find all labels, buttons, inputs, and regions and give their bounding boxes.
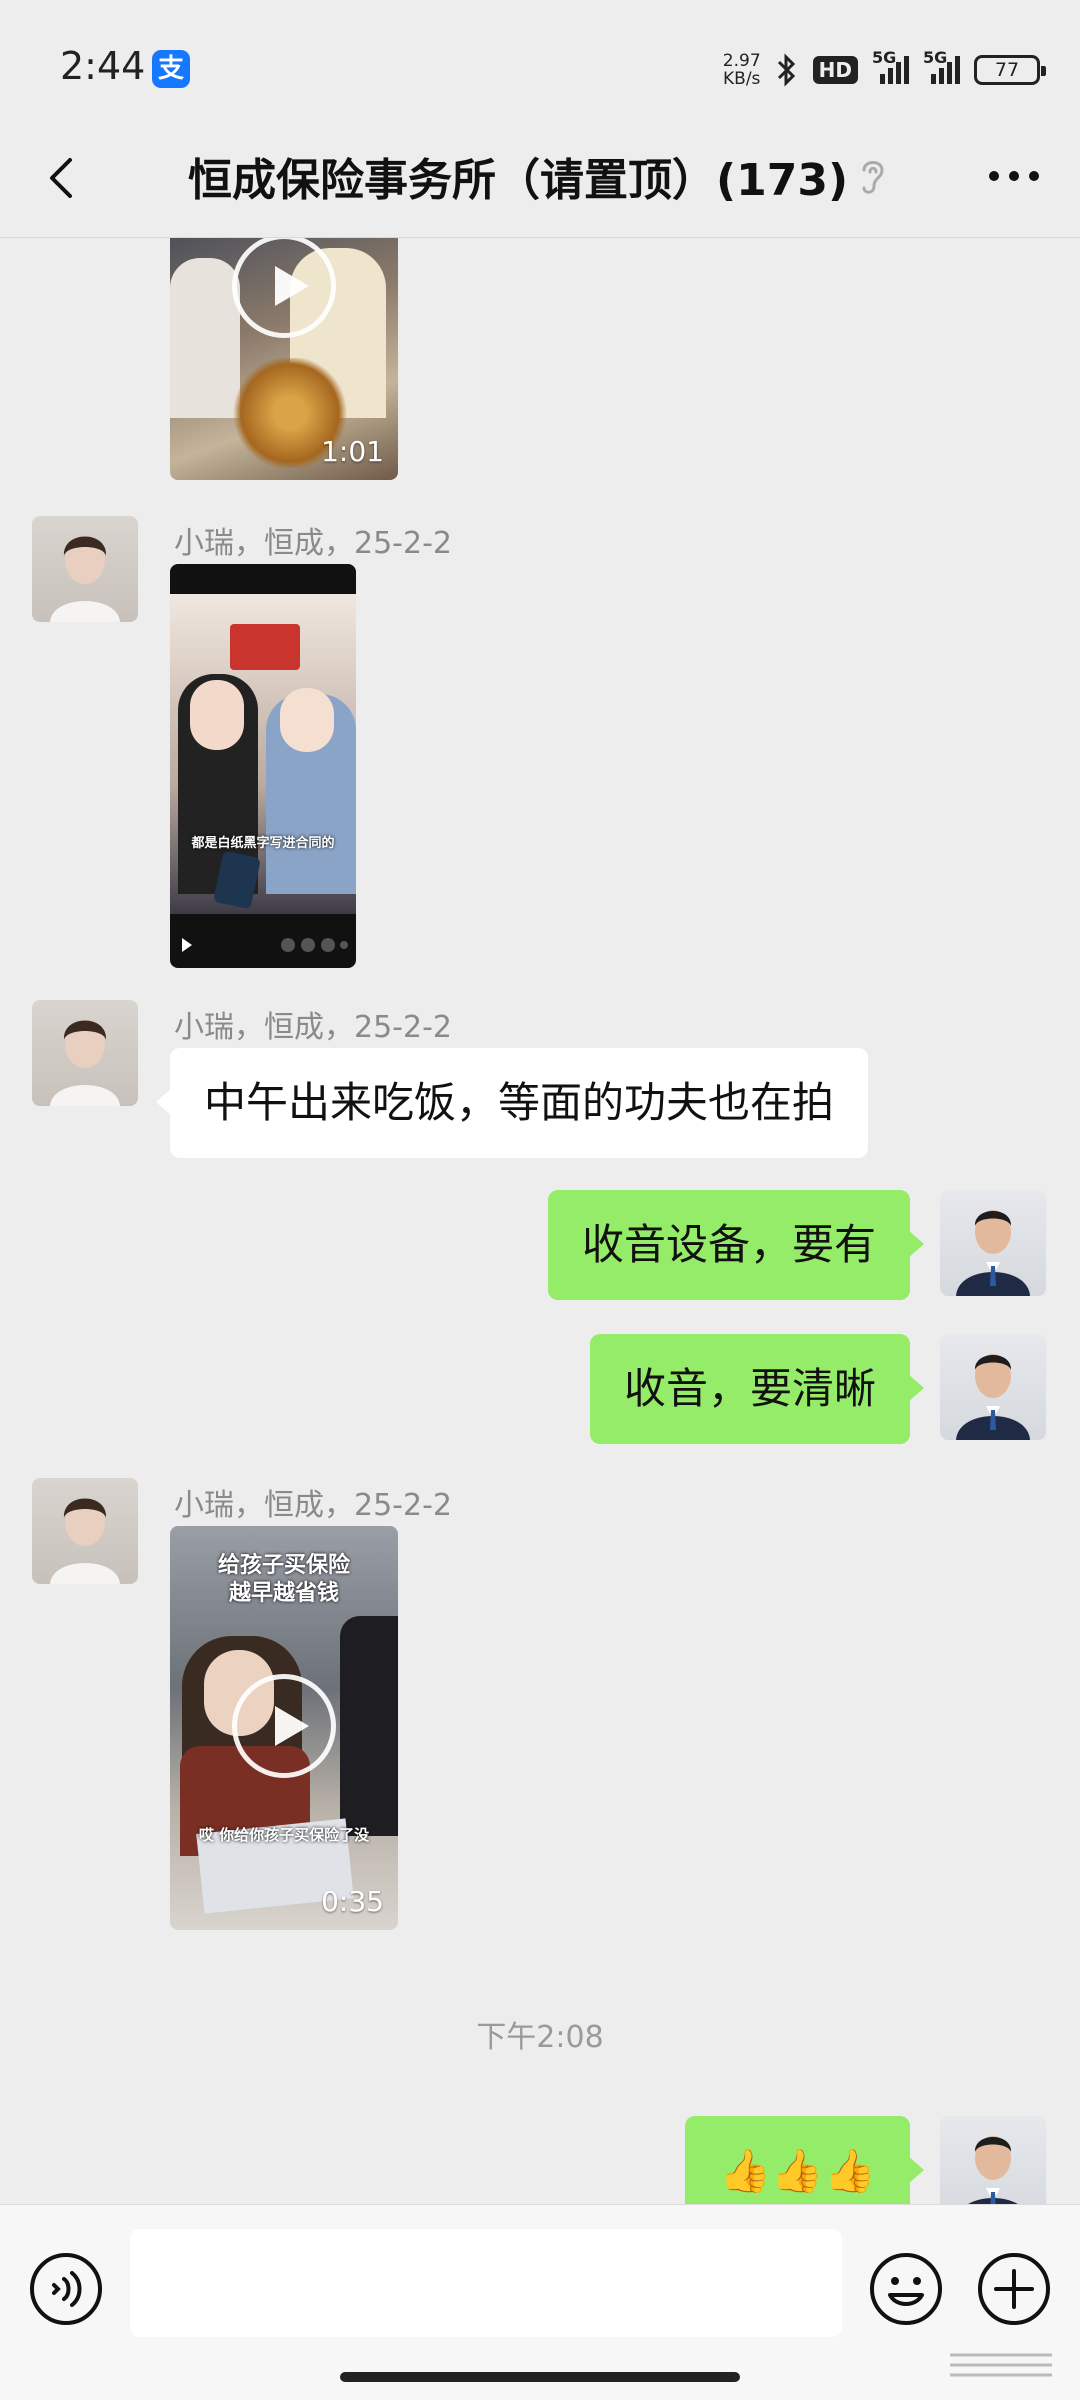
emoji-icon[interactable] [868,2251,944,2327]
video-message[interactable]: 1:01 [170,238,398,480]
person-avatar-icon [50,536,120,622]
video-subtitle: 哎 你给你孩子买保险了没 [198,1826,370,1844]
play-icon[interactable] [232,1674,336,1778]
chat-title: 恒成保险事务所（请置顶）(173) [188,155,849,206]
video-title: 给孩子买保险 越早越省钱 [217,1553,350,1606]
hd-voice-badge: HD [812,56,858,84]
person-avatar-icon [50,1498,120,1584]
voice-input-icon[interactable] [28,2251,104,2327]
bluetooth-icon [777,53,795,87]
play-icon[interactable] [232,238,336,338]
more-options-icon[interactable] [984,154,1044,198]
video-controls-icon [182,938,348,952]
message-bubble[interactable]: 收音，要清晰 [589,1334,925,1444]
sender-name: 小瑞，恒成，25-2-2 [174,526,452,561]
message-input[interactable] [130,2229,842,2337]
menu-lines-icon [950,2353,1052,2377]
avatar[interactable] [32,1000,138,1106]
message-bubble[interactable]: 👍👍👍 [685,2116,924,2204]
home-indicator[interactable] [340,2372,740,2382]
status-indicators: 2.97 KB/s HD 5G 5G 77 [722,48,1046,92]
message-bubble[interactable]: 中午出来吃饭，等面的功夫也在拍 [155,1048,869,1158]
battery-icon: 77 [974,55,1046,85]
sender-name: 小瑞，恒成，25-2-2 [174,1488,452,1523]
person-avatar-icon [956,1210,1030,1296]
avatar[interactable] [940,2116,1046,2204]
ear-mute-icon [862,161,884,194]
video-duration: 0:35 [321,1885,384,1918]
status-time: 2:44 [60,44,146,88]
avatar[interactable] [32,516,138,622]
signal-strength-2-icon: 5G [923,48,960,84]
person-avatar-icon [50,1020,120,1106]
alipay-notification-icon: 支 [152,50,190,88]
avatar[interactable] [32,1478,138,1584]
person-avatar-icon [968,2136,1018,2204]
person-avatar-icon [956,1354,1030,1440]
message-timestamp: 下午2:08 [476,2020,604,2055]
avatar[interactable] [940,1190,1046,1296]
chat-header: 恒成保险事务所（请置顶）(173) [0,120,1080,238]
input-bar [0,2204,1080,2400]
chat-message-list[interactable]: 1:01 小瑞，恒成，25-2-2 都是白纸黑字写进合同的 小瑞，恒成，25-2… [0,238,1080,2204]
video-duration: 1:01 [321,435,384,468]
sender-name: 小瑞，恒成，25-2-2 [174,1010,452,1045]
signal-strength-1-icon: 5G [872,48,909,84]
network-speed: 2.97 KB/s [722,51,761,89]
avatar[interactable] [940,1334,1046,1440]
status-bar: 2:44 支 2.97 KB/s HD 5G 5G 77 [0,0,1080,120]
video-message[interactable]: 给孩子买保险 越早越省钱 哎 你给你孩子买保险了没 0:35 [170,1526,398,1930]
message-bubble[interactable]: 收音设备，要有 [547,1190,925,1300]
back-arrow-icon[interactable] [36,150,92,206]
video-caption: 都是白纸黑字写进合同的 [191,836,335,851]
plus-icon[interactable] [976,2251,1052,2327]
video-message[interactable]: 都是白纸黑字写进合同的 [170,564,356,968]
